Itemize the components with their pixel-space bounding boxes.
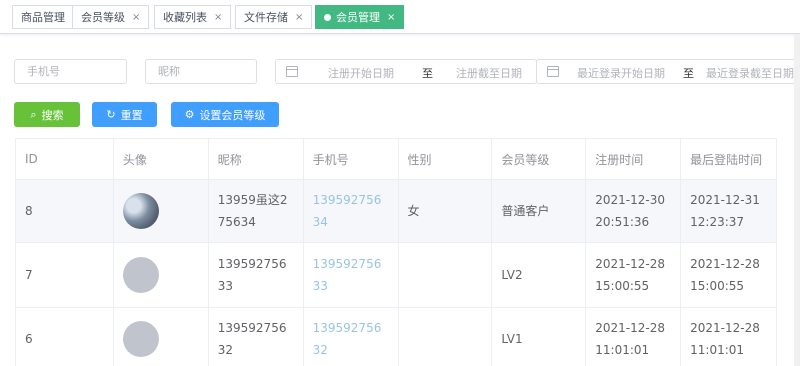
- cell-id: 6: [16, 308, 114, 366]
- login-start-placeholder[interactable]: 最近登录开始日期: [577, 65, 665, 81]
- close-icon[interactable]: ×: [387, 12, 395, 23]
- register-date-range[interactable]: 注册开始日期 至 注册截至日期: [275, 59, 537, 84]
- active-dot-icon: [324, 13, 331, 21]
- settings-icon: ⚙: [184, 108, 195, 121]
- cell-avatar: [114, 243, 209, 307]
- calendar-icon: [547, 66, 559, 77]
- tab-label: 文件存储: [244, 11, 288, 24]
- column-header-id[interactable]: ID: [16, 139, 114, 180]
- cell-level: LV2: [492, 243, 587, 307]
- cell-last-login: 2021-12-28 15:00:55: [681, 243, 777, 307]
- cell-last-login: 2021-12-28 11:01:01: [681, 308, 777, 366]
- set-member-level-button[interactable]: ⚙ 设置会员等级: [171, 102, 279, 127]
- cell-avatar: [114, 308, 209, 366]
- table-row[interactable]: 7 13959275633 13959275633 LV2 2021-12-28…: [16, 243, 777, 308]
- tab-label: 会员等级: [81, 11, 125, 24]
- cell-register-time: 2021-12-30 20:51:36: [586, 180, 682, 242]
- table-header: ID 头像 昵称 手机号 性别 会员等级 注册时间 最后登陆时间: [16, 139, 777, 180]
- close-icon[interactable]: ×: [132, 12, 140, 23]
- cell-id: 8: [16, 180, 114, 242]
- register-end-placeholder[interactable]: 注册截至日期: [456, 65, 522, 81]
- cell-register-time: 2021-12-28 11:01:01: [586, 308, 682, 366]
- cell-nickname: 13959275633: [209, 243, 304, 307]
- tab-member-level[interactable]: 会员等级 ×: [72, 5, 150, 29]
- cell-nickname: 13959275632: [209, 308, 304, 366]
- phone-filter: [14, 59, 127, 84]
- cell-gender: [399, 308, 493, 366]
- register-start-placeholder[interactable]: 注册开始日期: [328, 65, 394, 81]
- cell-level: LV1: [492, 308, 587, 366]
- avatar[interactable]: [122, 257, 159, 293]
- search-button-label: 搜索: [41, 108, 64, 122]
- close-icon[interactable]: ×: [295, 12, 303, 23]
- vertical-scrollbar[interactable]: [794, 34, 800, 366]
- phone-input[interactable]: [15, 60, 126, 83]
- cell-register-time: 2021-12-28 15:00:55: [586, 243, 682, 307]
- set-member-level-label: 设置会员等级: [199, 108, 266, 122]
- reset-button-label: 重置: [120, 108, 143, 122]
- cell-gender: [399, 243, 493, 307]
- range-separator: 至: [683, 67, 694, 80]
- nickname-filter: [145, 59, 257, 84]
- cell-id: 7: [16, 243, 114, 307]
- tab-product-management[interactable]: 商品管理: [12, 5, 74, 29]
- avatar[interactable]: [122, 193, 159, 229]
- nickname-input[interactable]: [146, 60, 256, 83]
- refresh-icon: ↻: [106, 108, 116, 121]
- cell-nickname: 13959虽这275634: [209, 180, 304, 242]
- login-date-range[interactable]: 最近登录开始日期 至 最近登录截至日期: [536, 59, 798, 84]
- tab-label: 会员管理: [336, 11, 380, 24]
- close-icon[interactable]: ×: [214, 12, 222, 23]
- tags-view-bar: 商品管理 会员等级 × 收藏列表 × 文件存储 × 会员管理 ×: [0, 0, 800, 34]
- column-header-gender[interactable]: 性别: [398, 139, 493, 180]
- table-row[interactable]: 6 13959275632 13959275632 LV1 2021-12-28…: [16, 308, 777, 366]
- phone-link[interactable]: 13959275633: [304, 243, 399, 307]
- column-header-nickname[interactable]: 昵称: [208, 139, 304, 180]
- member-table: ID 头像 昵称 手机号 性别 会员等级 注册时间 最后登陆时间 8 13959…: [15, 138, 777, 366]
- tab-label: 商品管理: [21, 11, 65, 24]
- range-separator: 至: [422, 67, 433, 80]
- tab-favorites-list[interactable]: 收藏列表 ×: [154, 5, 232, 29]
- cell-gender: 女: [399, 180, 493, 242]
- column-header-last-login[interactable]: 最后登陆时间: [681, 139, 777, 180]
- column-header-level[interactable]: 会员等级: [492, 139, 587, 180]
- search-button[interactable]: ⌕ 搜索: [14, 102, 80, 127]
- column-header-phone[interactable]: 手机号: [303, 139, 399, 180]
- tab-member-management[interactable]: 会员管理 ×: [315, 5, 405, 29]
- login-end-placeholder[interactable]: 最近登录截至日期: [706, 65, 794, 81]
- cell-avatar: [114, 180, 209, 242]
- tab-label: 收藏列表: [163, 11, 207, 24]
- calendar-icon: [286, 66, 298, 77]
- phone-link[interactable]: 13959275632: [304, 308, 399, 366]
- column-header-register-time[interactable]: 注册时间: [586, 139, 682, 180]
- cell-level: 普通客户: [492, 180, 587, 242]
- tab-file-storage[interactable]: 文件存储 ×: [235, 5, 313, 29]
- reset-button[interactable]: ↻ 重置: [92, 102, 157, 127]
- search-icon: ⌕: [30, 107, 37, 121]
- cell-last-login: 2021-12-31 12:23:37: [681, 180, 777, 242]
- avatar[interactable]: [122, 320, 159, 357]
- phone-link[interactable]: 13959275634: [304, 180, 399, 242]
- table-row[interactable]: 8 13959虽这275634 13959275634 女 普通客户 2021-…: [16, 180, 777, 243]
- column-header-avatar[interactable]: 头像: [113, 139, 209, 180]
